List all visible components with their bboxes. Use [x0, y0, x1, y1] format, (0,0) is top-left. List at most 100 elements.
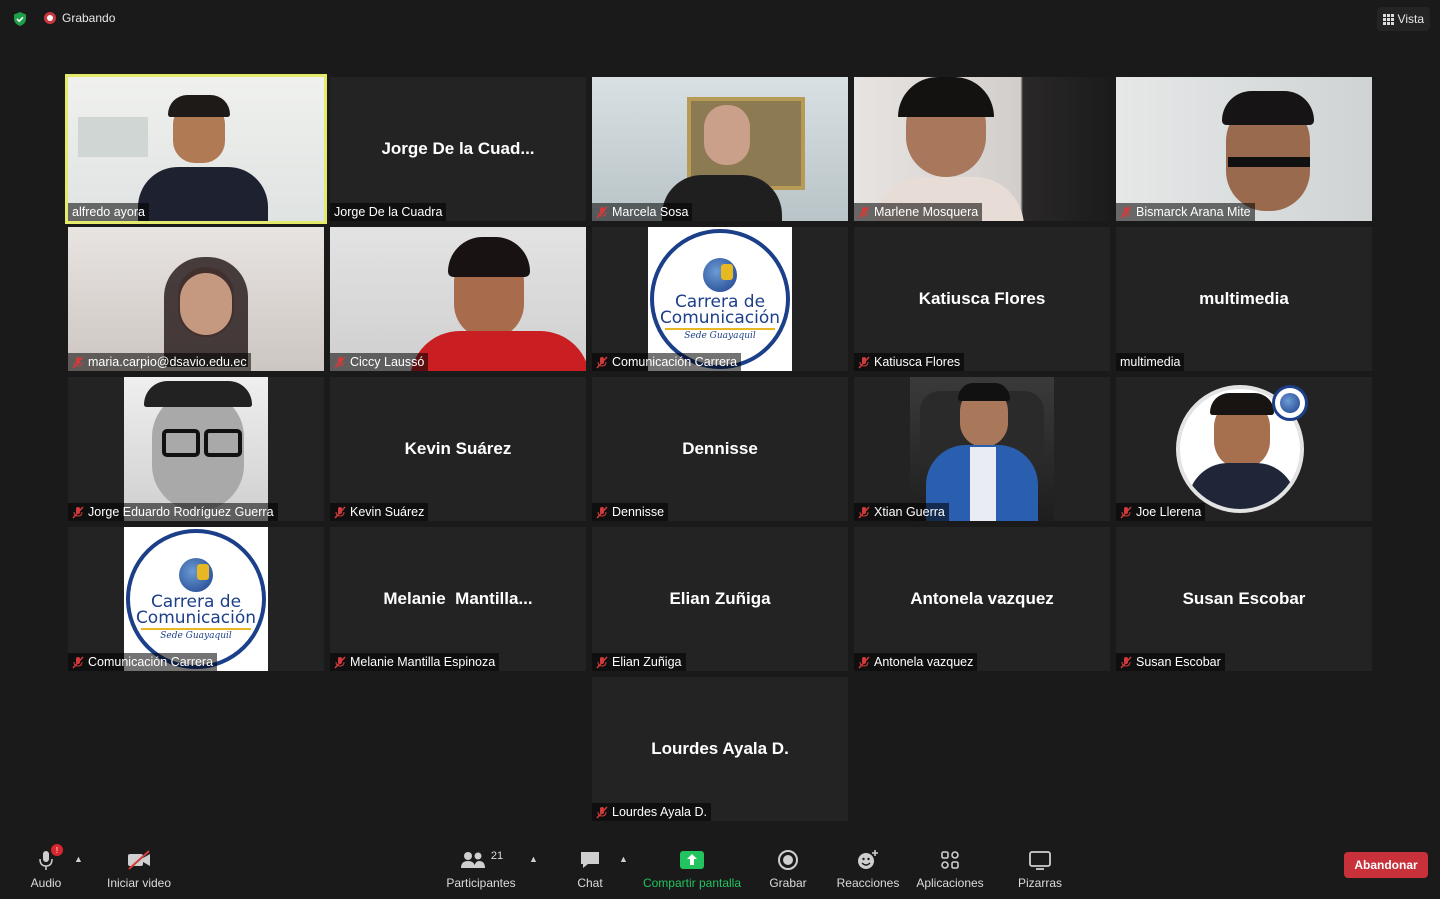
meeting-toolbar: ! Audio ▲ Iniciar video 21 Participantes… [0, 839, 1440, 899]
video-tile[interactable]: Elian Zuñiga Elian Zuñiga [592, 527, 848, 671]
video-tile[interactable]: Dennisse Dennisse [592, 377, 848, 521]
audio-button[interactable]: ! Audio [28, 844, 64, 890]
video-tile[interactable]: alfredo ayora [65, 74, 327, 224]
video-tile[interactable]: Susan Escobar Susan Escobar [1116, 527, 1372, 671]
chat-options-chevron-icon[interactable]: ▲ [619, 854, 628, 864]
participant-name-tag: Dennisse [592, 503, 669, 521]
share-screen-button[interactable]: Compartir pantalla [640, 847, 744, 890]
participants-options-chevron-icon[interactable]: ▲ [529, 854, 538, 864]
video-tile[interactable]: Xtian Guerra [854, 377, 1110, 521]
participant-name-tag: Xtian Guerra [854, 503, 949, 521]
participant-name-tag: Marcela Sosa [592, 203, 693, 221]
participant-name-tag: Bismarck Arana Mite [1116, 203, 1255, 221]
apps-button[interactable]: Aplicaciones [914, 847, 986, 890]
view-button[interactable]: Vista [1376, 7, 1430, 31]
participant-name: maria.carpio@dsavio.edu.ec [88, 355, 247, 369]
muted-microphone-icon [334, 655, 346, 669]
whiteboard-icon [1029, 851, 1051, 870]
logo-subtext: Sede Guayaquil [684, 330, 756, 341]
video-tile[interactable]: Ciccy Laussó [330, 227, 586, 371]
video-tile[interactable]: Katiusca Flores Katiusca Flores [854, 227, 1110, 371]
participant-name-tag: Jorge Eduardo Rodríguez Guerra [68, 503, 278, 521]
participant-display-name: Melanie Mantilla... [383, 589, 533, 608]
muted-microphone-icon [858, 205, 870, 219]
reactions-icon [858, 850, 878, 869]
video-tile[interactable]: Lourdes Ayala D. Lourdes Ayala D. [592, 677, 848, 821]
video-tile[interactable]: Kevin Suárez Kevin Suárez [330, 377, 586, 521]
whiteboards-button[interactable]: Pizarras [1016, 847, 1064, 890]
participant-name: Jorge De la Cuadra [334, 205, 443, 219]
shield-icon[interactable] [12, 11, 28, 27]
participant-name: alfredo ayora [72, 205, 145, 219]
participant-video [1116, 77, 1372, 221]
participant-name-tag: alfredo ayora [68, 203, 149, 221]
video-off-icon [128, 850, 150, 870]
logo-subtext: Sede Guayaquil [160, 630, 232, 641]
video-tile[interactable]: Jorge Eduardo Rodríguez Guerra [68, 377, 324, 521]
profile-photo [1172, 377, 1316, 521]
muted-microphone-icon [596, 805, 608, 819]
video-tile[interactable]: Bismarck Arana Mite [1116, 77, 1372, 221]
participant-name: Susan Escobar [1136, 655, 1221, 669]
participant-name-tag: Antonela vazquez [854, 653, 978, 671]
apps-label: Aplicaciones [916, 876, 984, 890]
participant-name-tag: Melanie Mantilla Espinoza [330, 653, 500, 671]
participant-name: Marcela Sosa [612, 205, 689, 219]
video-tile[interactable]: Melanie Mantilla... Melanie Mantilla Esp… [330, 527, 586, 671]
participant-name-tag: Joe Llerena [1116, 503, 1206, 521]
video-tile[interactable]: Marcela Sosa [592, 77, 848, 221]
video-tile[interactable]: Marlene Mosquera [854, 77, 1110, 221]
video-tile[interactable]: Joe Llerena [1116, 377, 1372, 521]
leave-button[interactable]: Abandonar [1344, 852, 1428, 878]
muted-microphone-icon [334, 355, 346, 369]
video-tile[interactable]: Carrera de Comunicación Sede Guayaquil C… [592, 227, 848, 371]
chat-icon [581, 852, 599, 868]
logo-text: Comunicación [659, 307, 781, 328]
muted-microphone-icon [1120, 655, 1132, 669]
audio-options-chevron-icon[interactable]: ▲ [74, 854, 83, 864]
muted-microphone-icon [596, 655, 608, 669]
participant-name-tag: Ciccy Laussó [330, 353, 429, 371]
recording-indicator[interactable]: Grabando [44, 11, 115, 25]
participant-display-name: Jorge De la Cuad... [381, 139, 535, 158]
muted-microphone-icon [72, 505, 84, 519]
participant-video [68, 77, 324, 221]
record-button[interactable]: Grabar [768, 847, 808, 890]
logo-divider [665, 327, 775, 330]
video-tile[interactable]: maria.carpio@dsavio.edu.ec [68, 227, 324, 371]
video-tile[interactable]: multimedia multimedia [1116, 227, 1372, 371]
participant-name: Bismarck Arana Mite [1136, 205, 1251, 219]
reactions-button[interactable]: Reacciones [836, 847, 900, 890]
logo-divider [141, 627, 251, 630]
participant-display-name: Kevin Suárez [404, 439, 512, 458]
video-tile[interactable]: Antonela vazquez Antonela vazquez [854, 527, 1110, 671]
globe-icon [179, 557, 213, 592]
participant-name: Melanie Mantilla Espinoza [350, 655, 496, 669]
globe-icon [703, 257, 737, 292]
participant-name: multimedia [1120, 355, 1181, 369]
participants-button[interactable]: 21 Participantes [444, 847, 518, 890]
participant-name: Lourdes Ayala D. [612, 805, 707, 819]
participant-video [68, 227, 324, 371]
apps-icon [941, 851, 959, 869]
participant-name: Comunicación Carrera [612, 355, 738, 369]
share-screen-icon [680, 851, 704, 869]
participant-display-name: Katiusca Flores [918, 289, 1046, 308]
muted-microphone-icon [858, 505, 870, 519]
muted-microphone-icon [334, 505, 346, 519]
chat-button[interactable]: Chat [572, 847, 608, 890]
muted-microphone-icon [858, 655, 870, 669]
start-video-button[interactable]: Iniciar video [104, 847, 174, 890]
muted-microphone-icon [596, 205, 608, 219]
participant-name: Katiusca Flores [874, 355, 961, 369]
participant-name: Kevin Suárez [350, 505, 425, 519]
participant-display-name: Susan Escobar [1182, 589, 1306, 608]
audio-alert-badge: ! [51, 844, 63, 856]
video-tile[interactable]: Carrera de Comunicación Sede Guayaquil C… [68, 527, 324, 671]
participant-name: Xtian Guerra [874, 505, 945, 519]
video-tile[interactable]: Jorge De la Cuad... Jorge De la Cuadra [330, 77, 586, 221]
recording-icon [44, 12, 56, 24]
muted-microphone-icon [596, 355, 608, 369]
participant-name: Jorge Eduardo Rodríguez Guerra [88, 505, 274, 519]
participant-name: Ciccy Laussó [350, 355, 425, 369]
